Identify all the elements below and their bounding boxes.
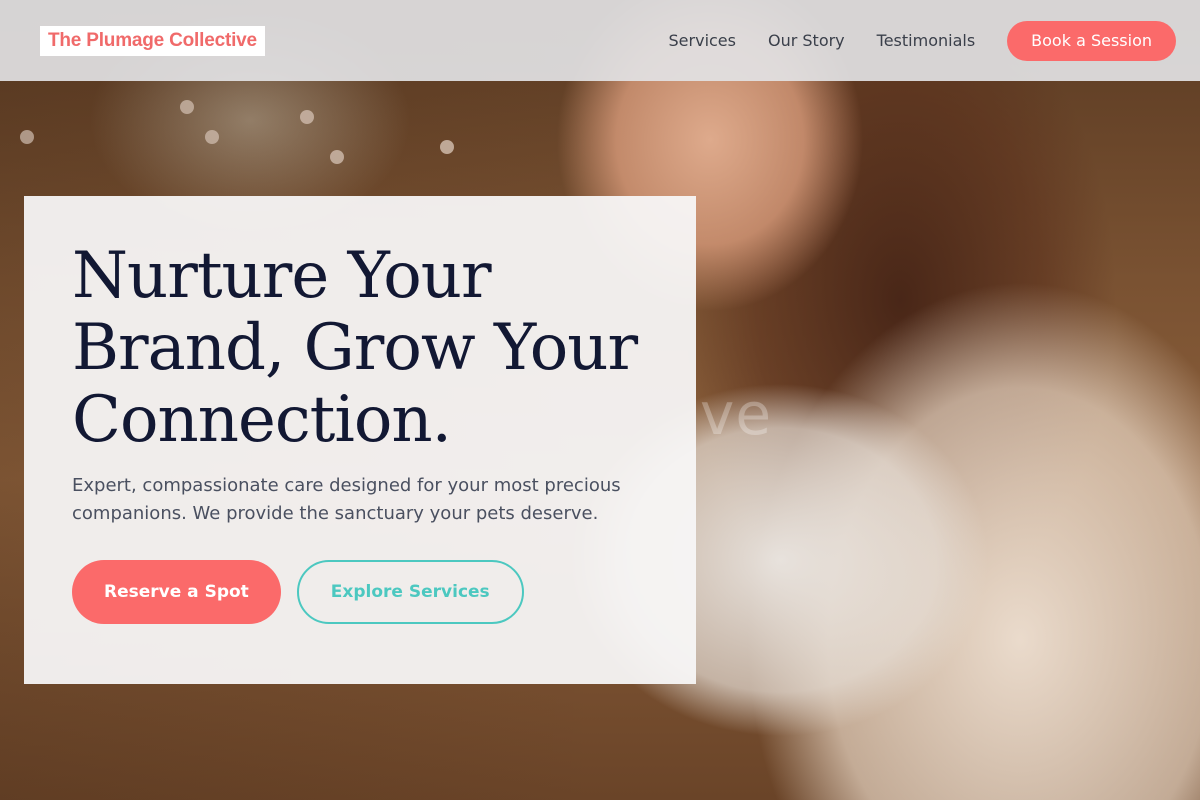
hero-cta-row: Reserve a Spot Explore Services — [72, 560, 648, 624]
hero-card: Nurture Your Brand, Grow Your Connection… — [24, 196, 696, 684]
flower-decoration — [180, 100, 194, 114]
explore-services-button[interactable]: Explore Services — [296, 560, 524, 624]
hero-subtitle: Expert, compassionate care designed for … — [72, 475, 621, 524]
flower-decoration — [440, 140, 454, 154]
site-header: The Plumage Collective Services Our Stor… — [0, 0, 1200, 81]
flower-decoration — [300, 110, 314, 124]
hero-title: Nurture Your Brand, Grow Your Connection… — [72, 239, 638, 457]
nav-link-services[interactable]: Services — [669, 31, 736, 50]
book-session-button[interactable]: Book a Session — [1007, 20, 1176, 61]
flower-decoration — [205, 130, 219, 144]
flower-decoration — [20, 130, 34, 144]
brand-logo[interactable]: The Plumage Collective — [40, 25, 265, 56]
flower-decoration — [330, 150, 344, 164]
reserve-spot-button[interactable]: Reserve a Spot — [72, 560, 281, 624]
nav-link-our-story[interactable]: Our Story — [768, 31, 845, 50]
main-nav: Services Our Story Testimonials Book a S… — [669, 20, 1176, 61]
background-text: ve — [700, 380, 773, 448]
nav-link-testimonials[interactable]: Testimonials — [877, 31, 976, 50]
